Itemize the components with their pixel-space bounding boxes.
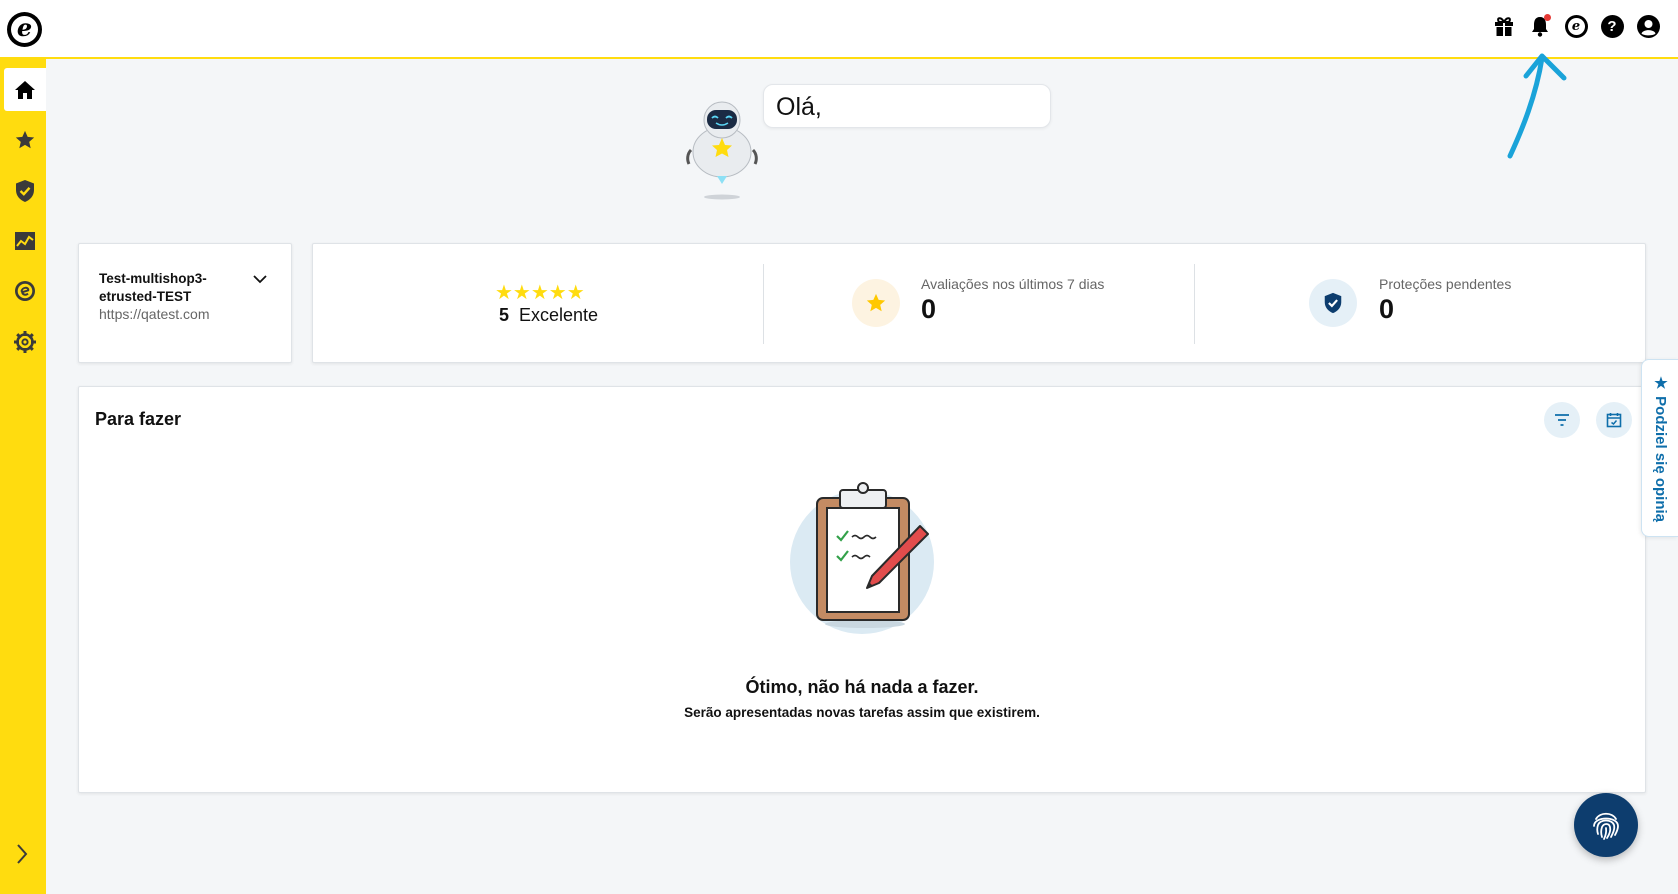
e-logo-icon [15,280,35,301]
protections-label: Proteções pendentes [1379,276,1512,292]
empty-state-subtitle: Serão apresentadas novas tarefas assim q… [684,705,1040,720]
sidebar-expand-button[interactable] [10,842,34,866]
filter-button[interactable] [1544,402,1580,438]
feedback-tab[interactable]: ★ Podziel się opinią [1641,359,1678,537]
shop-name: Test-multishop3-etrusted-TEST [99,271,207,304]
bell-icon[interactable] [1528,14,1552,38]
notification-dot [1544,14,1551,21]
sidebar-item-etrusted[interactable] [4,269,46,312]
help-icon[interactable]: ? [1600,14,1624,38]
fingerprint-icon [1593,812,1619,840]
chart-icon [15,231,35,250]
home-icon [15,80,35,99]
gear-icon [14,330,36,353]
calendar-icon [1606,413,1622,428]
shield-icon [16,179,34,202]
rating-label: Excelente [519,305,599,325]
fingerprint-button[interactable] [1574,793,1638,857]
shop-url: https://qatest.com [99,306,210,322]
rating-stars: ★★★★★ [495,282,585,304]
rating-value: 5 [499,305,510,325]
star-icon [15,130,35,148]
sidebar-item-home[interactable] [4,68,46,111]
protections-value: 0 [1379,294,1395,324]
reviews-value: 0 [921,294,937,324]
shop-selector[interactable]: Test-multishop3-etrusted-TEST https://qa… [78,243,292,363]
clipboard-illustration-icon [790,482,934,634]
reviews-label: Avaliações nos últimos 7 dias [921,276,1105,292]
sidebar [0,59,46,894]
robot-mascot-icon [686,101,758,200]
feedback-label: ★ Podziel się opinią [1652,374,1669,523]
trustedshops-icon[interactable]: e [1564,14,1588,38]
filter-icon [1555,414,1569,426]
todo-title: Para fazer [95,409,182,429]
sidebar-item-analytics[interactable] [4,219,46,262]
sidebar-item-settings[interactable] [4,320,46,363]
help-symbol: ? [1600,14,1624,38]
greeting-bubble: Olá, [763,84,1051,128]
header-actions: e ? [1492,14,1660,38]
chevron-right-icon [17,844,28,864]
stats-divider [763,264,764,344]
protection-shield-icon [1309,279,1357,327]
etrusted-logo[interactable]: e [7,12,42,47]
rating-summary: 5 Excelente [499,305,598,326]
account-icon[interactable] [1636,14,1660,38]
calendar-button[interactable] [1596,402,1632,438]
stats-divider [1194,264,1195,344]
empty-state-title: Ótimo, não há nada a fazer. [745,677,979,697]
sidebar-item-reviews[interactable] [4,118,46,161]
gift-icon[interactable] [1492,14,1516,38]
logo-letter: e [11,16,38,43]
annotation-arrow-icon [1507,53,1567,159]
sidebar-item-protection[interactable] [4,169,46,212]
stats-card: ★★★★★ 5 Excelente Avaliações nos últimos… [312,243,1646,363]
trusted-letter: e [1567,17,1585,35]
reviews-star-icon [852,279,900,327]
todo-card: Para fazer Ótimo, não há nada a fazer. S… [78,386,1646,793]
top-header: e e ? [0,0,1678,59]
chevron-down-icon [253,275,267,284]
